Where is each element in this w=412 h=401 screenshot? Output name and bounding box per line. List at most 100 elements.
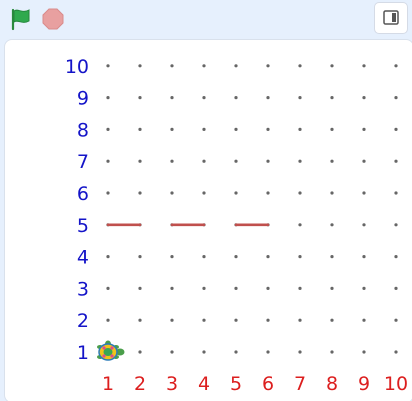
grid-dot: [170, 255, 174, 259]
grid-dot: [234, 64, 238, 68]
y-axis-label: 8: [77, 119, 89, 141]
grid-dot: [234, 350, 238, 354]
grid-dot: [266, 350, 270, 354]
grid-dot: [362, 159, 366, 163]
grid-dot: [362, 64, 366, 68]
y-axis-label: 2: [77, 310, 89, 332]
grid-dot: [106, 159, 110, 163]
grid-dot: [106, 127, 110, 131]
grid-plot: 10987654321 1 2 3 4 5 6 7 8 9 10: [65, 56, 408, 395]
grid-dot: [234, 286, 238, 290]
grid-dot: [138, 159, 142, 163]
y-axis-label: 1: [77, 342, 89, 364]
grid-dot: [362, 286, 366, 290]
x-axis-label: 9: [358, 373, 370, 395]
grid-dot: [202, 191, 206, 195]
grid-dot: [138, 64, 142, 68]
y-axis-label: 5: [77, 215, 89, 237]
grid-dot: [106, 318, 110, 322]
grid-dot: [138, 350, 142, 354]
grid-dot: [234, 96, 238, 100]
grid-dot: [138, 255, 142, 259]
grid-dot: [298, 96, 302, 100]
grid-dot: [394, 191, 398, 195]
grid-dot: [298, 191, 302, 195]
grid-dot: [234, 159, 238, 163]
stage-layout-icon: [383, 10, 399, 25]
grid-dot: [298, 318, 302, 322]
stop-icon: [42, 8, 64, 30]
grid-dot: [362, 255, 366, 259]
grid-dot: [298, 159, 302, 163]
grid-dot: [202, 350, 206, 354]
grid-dot: [138, 191, 142, 195]
grid-dot: [202, 159, 206, 163]
y-axis-label: 10: [65, 56, 89, 78]
stage-layout-button[interactable]: [374, 2, 408, 34]
grid-dot: [106, 286, 110, 290]
y-axis-labels: 10 9 8 7 6 5 4 3 2 1: [65, 56, 89, 364]
grid-dot: [362, 96, 366, 100]
grid-dot: [330, 318, 334, 322]
turtle-sprite-icon: [97, 340, 125, 361]
grid-dot: [106, 64, 110, 68]
stop-button[interactable]: [40, 6, 66, 32]
grid-dot: [330, 223, 334, 227]
grid-dot: [138, 127, 142, 131]
green-flag-icon: [11, 8, 30, 31]
grid-dot: [170, 286, 174, 290]
grid-dot: [298, 223, 302, 227]
grid-dot: [106, 96, 110, 100]
grid-dot: [266, 318, 270, 322]
grid-dot: [394, 286, 398, 290]
y-axis-label: 6: [77, 183, 89, 205]
x-axis-label: 2: [134, 373, 146, 395]
grid-dot: [266, 159, 270, 163]
grid-dot: [298, 255, 302, 259]
grid-dot: [202, 255, 206, 259]
green-flag-button[interactable]: [8, 6, 34, 32]
grid-dot: [330, 286, 334, 290]
stage-toolbar: [0, 0, 412, 38]
grid-dot: [394, 255, 398, 259]
grid-dot: [362, 223, 366, 227]
grid-dot: [394, 159, 398, 163]
grid-dot: [106, 191, 110, 195]
y-axis-label: 3: [77, 278, 89, 300]
stage-canvas[interactable]: 10 9 8 7 6 5 4 3 2 1 1 2 3 4 5 6 7 8 9 10: [4, 39, 412, 401]
grid-dot: [266, 127, 270, 131]
grid-dot: [298, 286, 302, 290]
grid-dots: [106, 64, 398, 354]
grid-dot: [362, 191, 366, 195]
grid-dot: [202, 286, 206, 290]
grid-dot: [362, 350, 366, 354]
grid-dot: [234, 191, 238, 195]
grid-dot: [138, 286, 142, 290]
grid-dot: [138, 96, 142, 100]
grid-dot: [298, 64, 302, 68]
x-axis-label: 5: [230, 373, 242, 395]
grid-dot: [138, 318, 142, 322]
grid-dot: [234, 127, 238, 131]
grid-dot: [330, 191, 334, 195]
y-axis-label: 9: [77, 88, 89, 110]
grid-dot: [170, 64, 174, 68]
grid-dot: [330, 350, 334, 354]
grid-dot: [394, 127, 398, 131]
turtle-sprite[interactable]: [97, 340, 125, 361]
grid-dot: [170, 127, 174, 131]
x-axis-label: 1: [102, 373, 114, 395]
grid-dot: [170, 191, 174, 195]
grid-dot: [394, 64, 398, 68]
x-axis-label: 10: [384, 373, 408, 395]
grid-dot: [394, 96, 398, 100]
x-axis-label: 3: [166, 373, 178, 395]
grid-dot: [330, 64, 334, 68]
grid-dot: [362, 318, 366, 322]
grid-dot: [170, 159, 174, 163]
grid-dot: [170, 96, 174, 100]
x-axis-label: 6: [262, 373, 274, 395]
grid-dot: [234, 318, 238, 322]
grid-dot: [330, 255, 334, 259]
grid-dot: [202, 64, 206, 68]
